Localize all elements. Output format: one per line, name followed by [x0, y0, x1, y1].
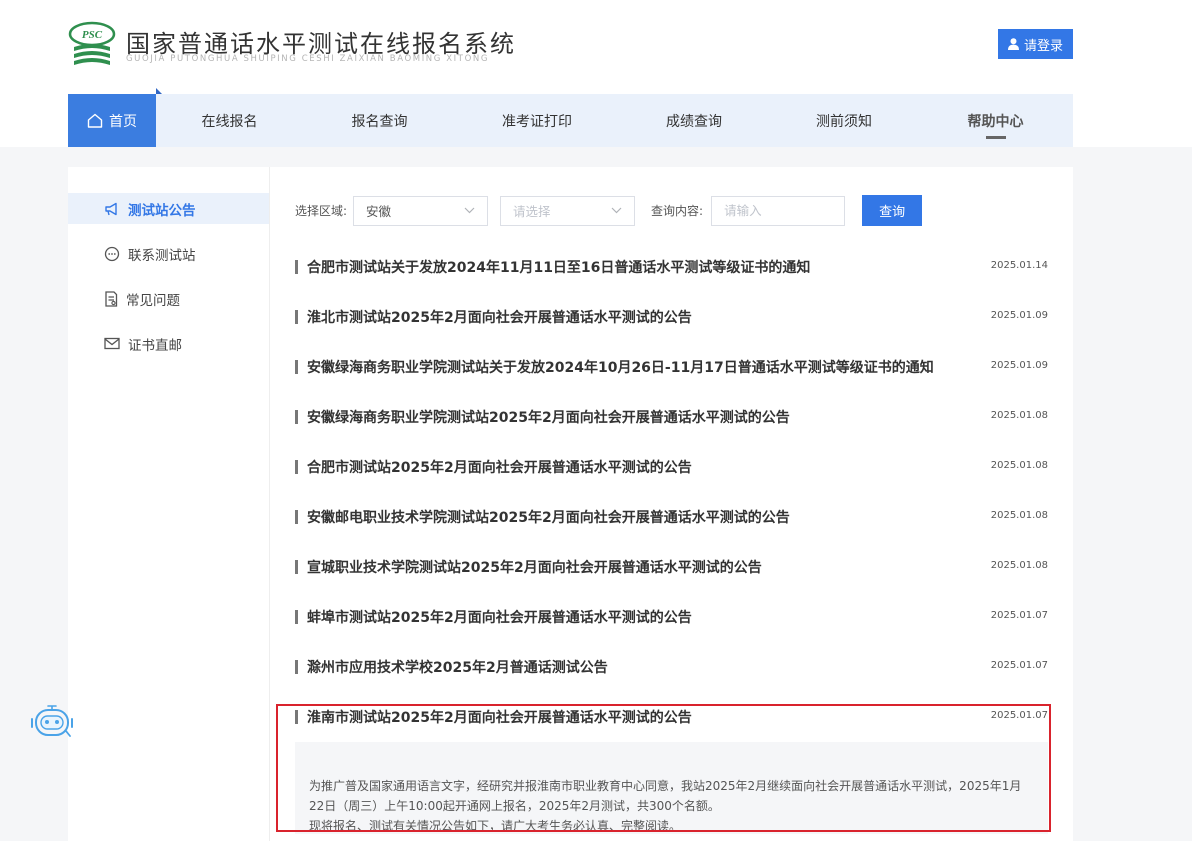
filter-bar: 选择区域: 安徽 请选择 查询内容: 查询 [295, 195, 923, 226]
sidebar-item-label: 证书直邮 [128, 337, 182, 354]
nav-item-score-query[interactable]: 成绩查询 [618, 94, 770, 147]
nav-item-home[interactable]: 首页 [68, 88, 162, 147]
row-marker [295, 260, 298, 274]
row-marker [295, 410, 298, 424]
region-value: 安徽 [366, 204, 392, 219]
psc-logo-text: PSC [82, 29, 103, 41]
notice-date: 2025.01.08 [990, 510, 1048, 521]
notice-date: 2025.01.07 [990, 660, 1048, 671]
user-icon [1007, 38, 1019, 50]
row-marker [295, 610, 298, 624]
nav-item-online-registration[interactable]: 在线报名 [156, 94, 303, 147]
notice-title[interactable]: 合肥市测试站2025年2月面向社会开展普通话水平测试的公告 [307, 457, 692, 477]
notice-date: 2025.01.14 [990, 260, 1048, 271]
region-label: 选择区域: [295, 204, 348, 218]
notice-title[interactable]: 安徽绿海商务职业学院测试站2025年2月面向社会开展普通话水平测试的公告 [307, 407, 790, 427]
row-marker [295, 460, 298, 474]
nav-item-help-center[interactable]: 帮助中心 [918, 94, 1073, 147]
login-button[interactable]: 请登录 [998, 29, 1073, 59]
document-icon [105, 290, 118, 307]
sidebar: 测试站公告 联系测试站 常见问题 证书直邮 [68, 167, 270, 841]
row-marker [295, 660, 298, 674]
main-nav: 首页 在线报名 报名查询 准考证打印 成绩查询 测前须知 帮助中心 [68, 88, 1073, 147]
site-subtitle: GUOJIA PUTONGHUA SHUIPING CESHI ZAIXIAN … [126, 54, 490, 64]
row-marker [295, 710, 298, 724]
notice-date: 2025.01.07 [990, 610, 1048, 621]
notice-row[interactable]: 宣城职业技术学院测试站2025年2月面向社会开展普通话水平测试的公告 2025.0… [295, 542, 1048, 592]
row-marker [295, 310, 298, 324]
content-panel: 测试站公告 联系测试站 常见问题 证书直邮 选择区域: 安徽 请选择 查询内容:… [68, 167, 1073, 841]
nav-item-admission-ticket[interactable]: 准考证打印 [456, 94, 618, 147]
site-header: PSC 国家普通话水平测试在线报名系统 GUOJIA PUTONGHUA SHU… [0, 0, 1192, 147]
region-select[interactable]: 安徽 [353, 195, 489, 226]
query-input[interactable] [711, 195, 846, 226]
notice-title[interactable]: 蚌埠市测试站2025年2月面向社会开展普通话水平测试的公告 [307, 607, 692, 627]
city-placeholder: 请选择 [513, 204, 551, 219]
row-marker [295, 560, 298, 574]
notice-date: 2025.01.08 [990, 560, 1048, 571]
notice-date: 2025.01.08 [990, 410, 1048, 421]
site-logo[interactable]: PSC 国家普通话水平测试在线报名系统 GUOJIA PUTONGHUA SHU… [68, 20, 514, 72]
notice-excerpt: 为推广普及国家通用语言文字，经研究并报淮南市职业教育中心同意，我站2025年2月… [295, 742, 1048, 834]
psc-logo-icon: PSC [68, 21, 116, 65]
notice-date: 2025.01.07 [990, 710, 1048, 721]
sidebar-item-station-notices[interactable]: 测试站公告 [68, 193, 269, 224]
notice-title[interactable]: 合肥市测试站关于发放2024年11月11日至16日普通话水平测试等级证书的通知 [307, 257, 810, 277]
notice-row[interactable]: 合肥市测试站关于发放2024年11月11日至16日普通话水平测试等级证书的通知 2… [295, 242, 1048, 292]
chat-icon [104, 246, 120, 261]
nav-label: 测前须知 [816, 113, 872, 130]
row-marker [295, 360, 298, 374]
nav-label: 在线报名 [201, 113, 258, 130]
nav-label: 帮助中心 [967, 113, 1024, 130]
notice-row-expanded[interactable]: 淮南市测试站2025年2月面向社会开展普通话水平测试的公告 2025.01.07 [295, 692, 1048, 742]
notice-date: 2025.01.09 [990, 360, 1048, 371]
sidebar-item-label: 联系测试站 [128, 247, 196, 264]
notice-title[interactable]: 滁州市应用技术学校2025年2月普通话测试公告 [307, 657, 608, 677]
login-label: 请登录 [1023, 37, 1063, 53]
notice-row[interactable]: 安徽绿海商务职业学院测试站2025年2月面向社会开展普通话水平测试的公告 2025… [295, 392, 1048, 442]
mail-icon [104, 337, 120, 350]
chevron-down-icon [464, 207, 475, 214]
notice-date: 2025.01.08 [990, 460, 1048, 471]
nav-label: 成绩查询 [666, 113, 722, 130]
notice-title[interactable]: 淮南市测试站2025年2月面向社会开展普通话水平测试的公告 [307, 707, 692, 727]
query-button[interactable]: 查询 [862, 195, 923, 226]
notice-title[interactable]: 淮北市测试站2025年2月面向社会开展普通话水平测试的公告 [307, 307, 692, 327]
nav-label: 首页 [109, 113, 137, 130]
row-marker [295, 510, 298, 524]
notice-list: 合肥市测试站关于发放2024年11月11日至16日普通话水平测试等级证书的通知 2… [295, 242, 1048, 742]
nav-label: 准考证打印 [502, 113, 572, 130]
chevron-down-icon [611, 207, 622, 214]
sidebar-item-label: 常见问题 [126, 292, 180, 309]
nav-label: 报名查询 [351, 113, 408, 130]
query-label: 查询内容: [651, 204, 704, 218]
home-icon [87, 113, 103, 128]
nav-item-pretest-notice[interactable]: 测前须知 [770, 94, 918, 147]
notice-row[interactable]: 安徽绿海商务职业学院测试站关于发放2024年10月26日-11月17日普通话水平… [295, 342, 1048, 392]
active-underline [985, 136, 1006, 139]
sidebar-item-contact-station[interactable]: 联系测试站 [68, 238, 269, 269]
notice-row[interactable]: 滁州市应用技术学校2025年2月普通话测试公告 2025.01.07 [295, 642, 1048, 692]
notice-title[interactable]: 安徽邮电职业技术学院测试站2025年2月面向社会开展普通话水平测试的公告 [307, 507, 790, 527]
megaphone-icon [105, 202, 117, 215]
excerpt-paragraph: 为推广普及国家通用语言文字，经研究并报淮南市职业教育中心同意，我站2025年2月… [309, 779, 1022, 813]
notice-row[interactable]: 合肥市测试站2025年2月面向社会开展普通话水平测试的公告 2025.01.08 [295, 442, 1048, 492]
city-select[interactable]: 请选择 [500, 195, 636, 226]
sidebar-item-certificate-mail[interactable]: 证书直邮 [68, 328, 269, 359]
notice-date: 2025.01.09 [990, 310, 1048, 321]
notice-row[interactable]: 安徽邮电职业技术学院测试站2025年2月面向社会开展普通话水平测试的公告 2025… [295, 492, 1048, 542]
excerpt-paragraph: 现将报名、测试有关情况公告如下，请广大考生务必认真、完整阅读。 [309, 819, 682, 833]
sidebar-item-faq[interactable]: 常见问题 [68, 283, 269, 314]
notice-title[interactable]: 宣城职业技术学院测试站2025年2月面向社会开展普通话水平测试的公告 [307, 557, 762, 577]
notice-row[interactable]: 淮北市测试站2025年2月面向社会开展普通话水平测试的公告 2025.01.09 [295, 292, 1048, 342]
assistant-robot-icon[interactable] [30, 703, 74, 739]
notice-row[interactable]: 蚌埠市测试站2025年2月面向社会开展普通话水平测试的公告 2025.01.07 [295, 592, 1048, 642]
notice-title[interactable]: 安徽绿海商务职业学院测试站关于发放2024年10月26日-11月17日普通话水平… [307, 357, 934, 377]
sidebar-item-label: 测试站公告 [128, 202, 196, 219]
nav-item-registration-query[interactable]: 报名查询 [303, 94, 456, 147]
